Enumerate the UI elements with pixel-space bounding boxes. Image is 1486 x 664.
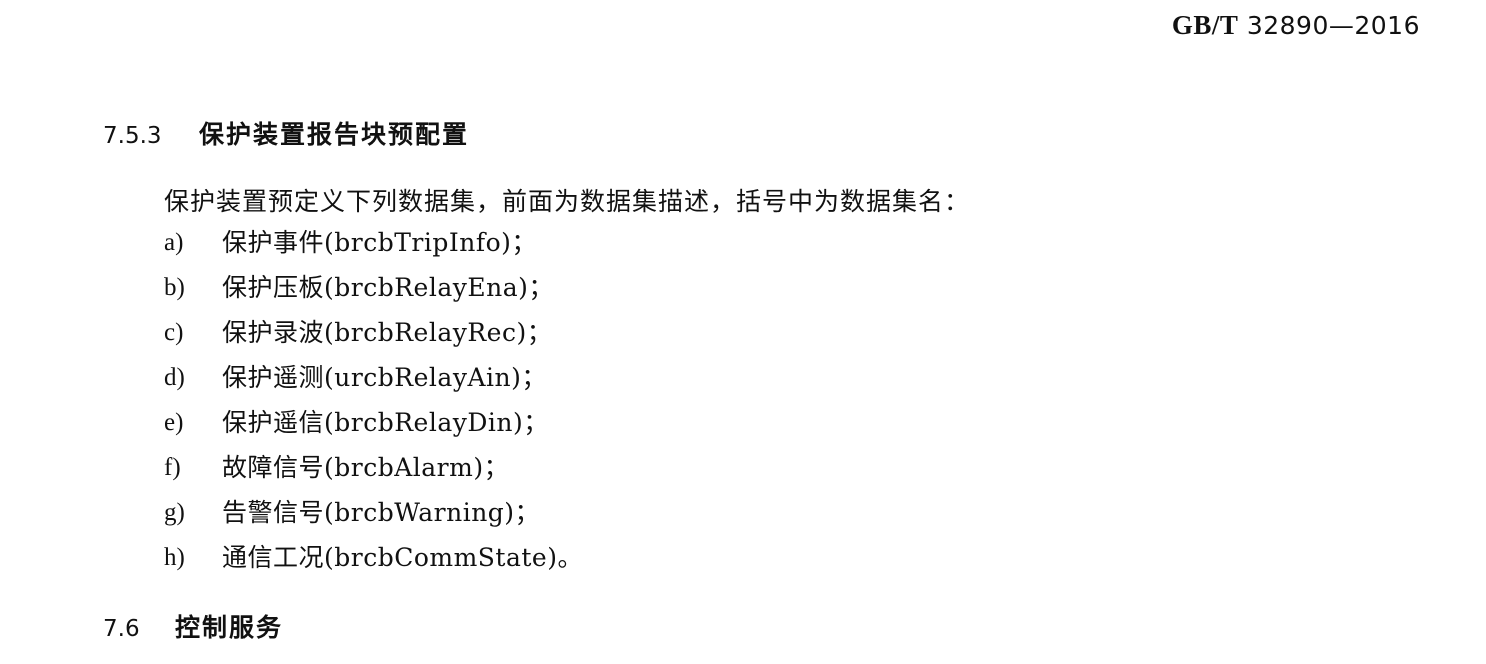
list-marker: g): [164, 499, 185, 526]
list-marker: a): [164, 229, 184, 256]
dataset-list: a) 保护事件(brcbTripInfo)； b) 保护压板(brcbRelay…: [164, 226, 583, 586]
list-item: a) 保护事件(brcbTripInfo)；: [164, 226, 583, 271]
list-marker: c): [164, 319, 184, 346]
list-marker: h): [164, 544, 185, 571]
standard-number: 32890—2016: [1246, 11, 1420, 40]
list-item-text: 故障信号(brcbAlarm)；: [222, 453, 510, 482]
list-item-text: 通信工况(brcbCommState)。: [222, 543, 583, 572]
section-number: 7.5.3: [103, 123, 162, 149]
list-marker: f): [164, 454, 181, 481]
list-item: h) 通信工况(brcbCommState)。: [164, 541, 583, 586]
section-heading-7-5-3: 7.5.3 保护装置报告块预配置: [103, 115, 469, 151]
list-item: g) 告警信号(brcbWarning)；: [164, 496, 583, 541]
list-marker: d): [164, 364, 185, 391]
list-item-text: 保护遥信(brcbRelayDin)；: [222, 408, 549, 437]
list-item: e) 保护遥信(brcbRelayDin)；: [164, 406, 583, 451]
list-item: d) 保护遥测(urcbRelayAin)；: [164, 361, 583, 406]
list-item-text: 保护遥测(urcbRelayAin)；: [222, 363, 547, 392]
section-heading-7-6: 7.6 控制服务: [103, 608, 283, 644]
list-item-text: 保护录波(brcbRelayRec)；: [222, 318, 553, 347]
section-title: 控制服务: [175, 613, 284, 642]
list-item: b) 保护压板(brcbRelayEna)；: [164, 271, 583, 316]
intro-paragraph: 保护装置预定义下列数据集，前面为数据集描述，括号中为数据集名：: [164, 187, 971, 216]
standard-designation: GB/T 32890—2016: [1172, 10, 1420, 41]
list-item: c) 保护录波(brcbRelayRec)；: [164, 316, 583, 361]
standard-prefix: GB/T: [1171, 10, 1239, 40]
section-title: 保护装置报告块预配置: [199, 120, 470, 149]
list-item-text: 保护压板(brcbRelayEna)；: [222, 273, 554, 302]
list-item: f) 故障信号(brcbAlarm)；: [164, 451, 583, 496]
list-item-text: 保护事件(brcbTripInfo)；: [222, 228, 537, 257]
list-marker: b): [164, 274, 185, 301]
list-item-text: 告警信号(brcbWarning)；: [222, 498, 541, 527]
list-marker: e): [164, 409, 184, 436]
section-number: 7.6: [103, 616, 140, 642]
